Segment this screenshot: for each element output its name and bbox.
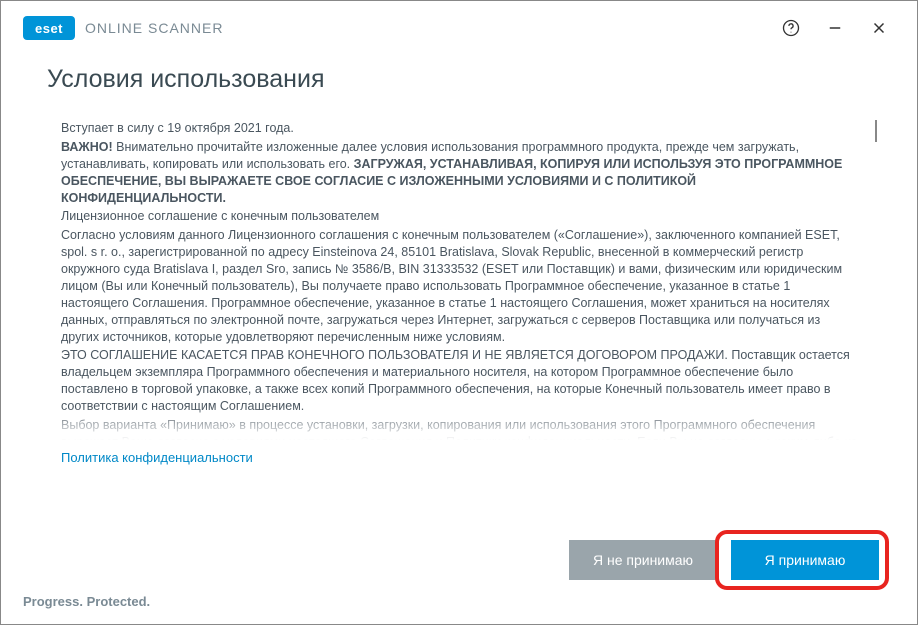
logo-badge: eset bbox=[23, 16, 75, 40]
content-area: Условия использования Вступает в силу с … bbox=[1, 55, 917, 624]
minimize-icon bbox=[826, 19, 844, 37]
terms-important-label: ВАЖНО! bbox=[61, 140, 113, 154]
titlebar: eset ONLINE SCANNER bbox=[1, 1, 917, 55]
privacy-policy-link[interactable]: Политика конфиденциальности bbox=[61, 450, 881, 465]
help-button[interactable] bbox=[769, 8, 813, 48]
terms-para1: Согласно условиям данного Лицензионного … bbox=[61, 227, 861, 345]
close-icon bbox=[870, 19, 888, 37]
button-row: Я не принимаю Я принимаю bbox=[569, 540, 879, 580]
terms-important: ВАЖНО! Внимательно прочитайте изложенные… bbox=[61, 139, 861, 207]
scrollbar-thumb[interactable] bbox=[875, 120, 877, 142]
app-window: eset ONLINE SCANNER Условия использовани… bbox=[0, 0, 918, 625]
page-title: Условия использования bbox=[47, 65, 881, 94]
footer-tagline: Progress. Protected. bbox=[23, 594, 150, 609]
minimize-button[interactable] bbox=[813, 8, 857, 48]
terms-eula-heading: Лицензионное соглашение с конечным польз… bbox=[61, 208, 861, 225]
close-button[interactable] bbox=[857, 8, 901, 48]
terms-textarea[interactable]: Вступает в силу с 19 октября 2021 года. … bbox=[47, 112, 881, 440]
terms-effective-date: Вступает в силу с 19 октября 2021 года. bbox=[61, 120, 861, 137]
terms-para3: Выбор варианта «Принимаю» в процессе уст… bbox=[61, 417, 861, 440]
app-title: ONLINE SCANNER bbox=[85, 20, 223, 36]
decline-button[interactable]: Я не принимаю bbox=[569, 540, 717, 580]
logo-text: eset bbox=[35, 21, 63, 36]
terms-para2: ЭТО СОГЛАШЕНИЕ КАСАЕТСЯ ПРАВ КОНЕЧНОГО П… bbox=[61, 347, 861, 415]
help-icon bbox=[781, 18, 801, 38]
accept-button[interactable]: Я принимаю bbox=[731, 540, 879, 580]
